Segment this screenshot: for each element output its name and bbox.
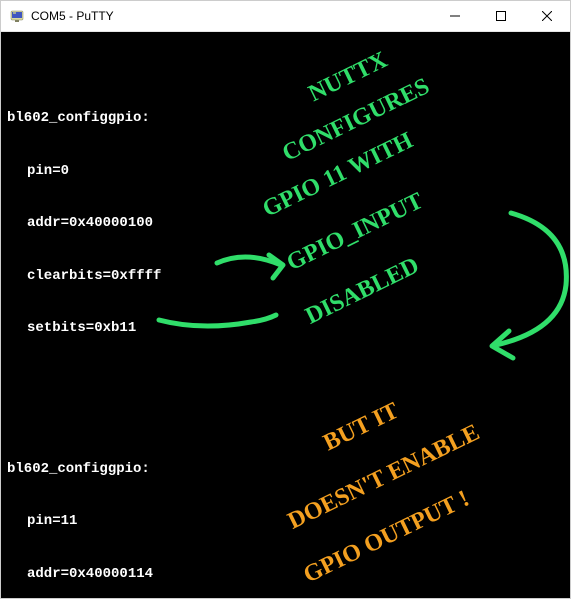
maximize-button[interactable] <box>478 1 524 31</box>
terminal-area[interactable]: bl602_configgpio: pin=0 addr=0x40000100 … <box>1 32 570 598</box>
config-block-1: bl602_configgpio: pin=11 addr=0x40000114… <box>7 426 564 599</box>
log-line: setbits=0xb11 <box>27 320 564 338</box>
putty-icon <box>9 8 25 24</box>
titlebar: COM5 - PuTTY <box>1 1 570 32</box>
func-name: bl602_configgpio: <box>7 461 564 479</box>
log-line: clearbits=0xffff <box>27 268 564 286</box>
minimize-button[interactable] <box>432 1 478 31</box>
config-block-0: bl602_configgpio: pin=0 addr=0x40000100 … <box>7 75 564 373</box>
log-line: pin=0 <box>27 163 564 181</box>
close-button[interactable] <box>524 1 570 31</box>
putty-window: COM5 - PuTTY bl602_configgpio: pin=0 add… <box>0 0 571 599</box>
log-line: pin=11 <box>27 513 564 531</box>
window-controls <box>432 1 570 31</box>
titlebar-title: COM5 - PuTTY <box>31 9 432 23</box>
log-line: addr=0x40000100 <box>27 215 564 233</box>
func-name: bl602_configgpio: <box>7 110 564 128</box>
log-line: addr=0x40000114 <box>27 566 564 584</box>
